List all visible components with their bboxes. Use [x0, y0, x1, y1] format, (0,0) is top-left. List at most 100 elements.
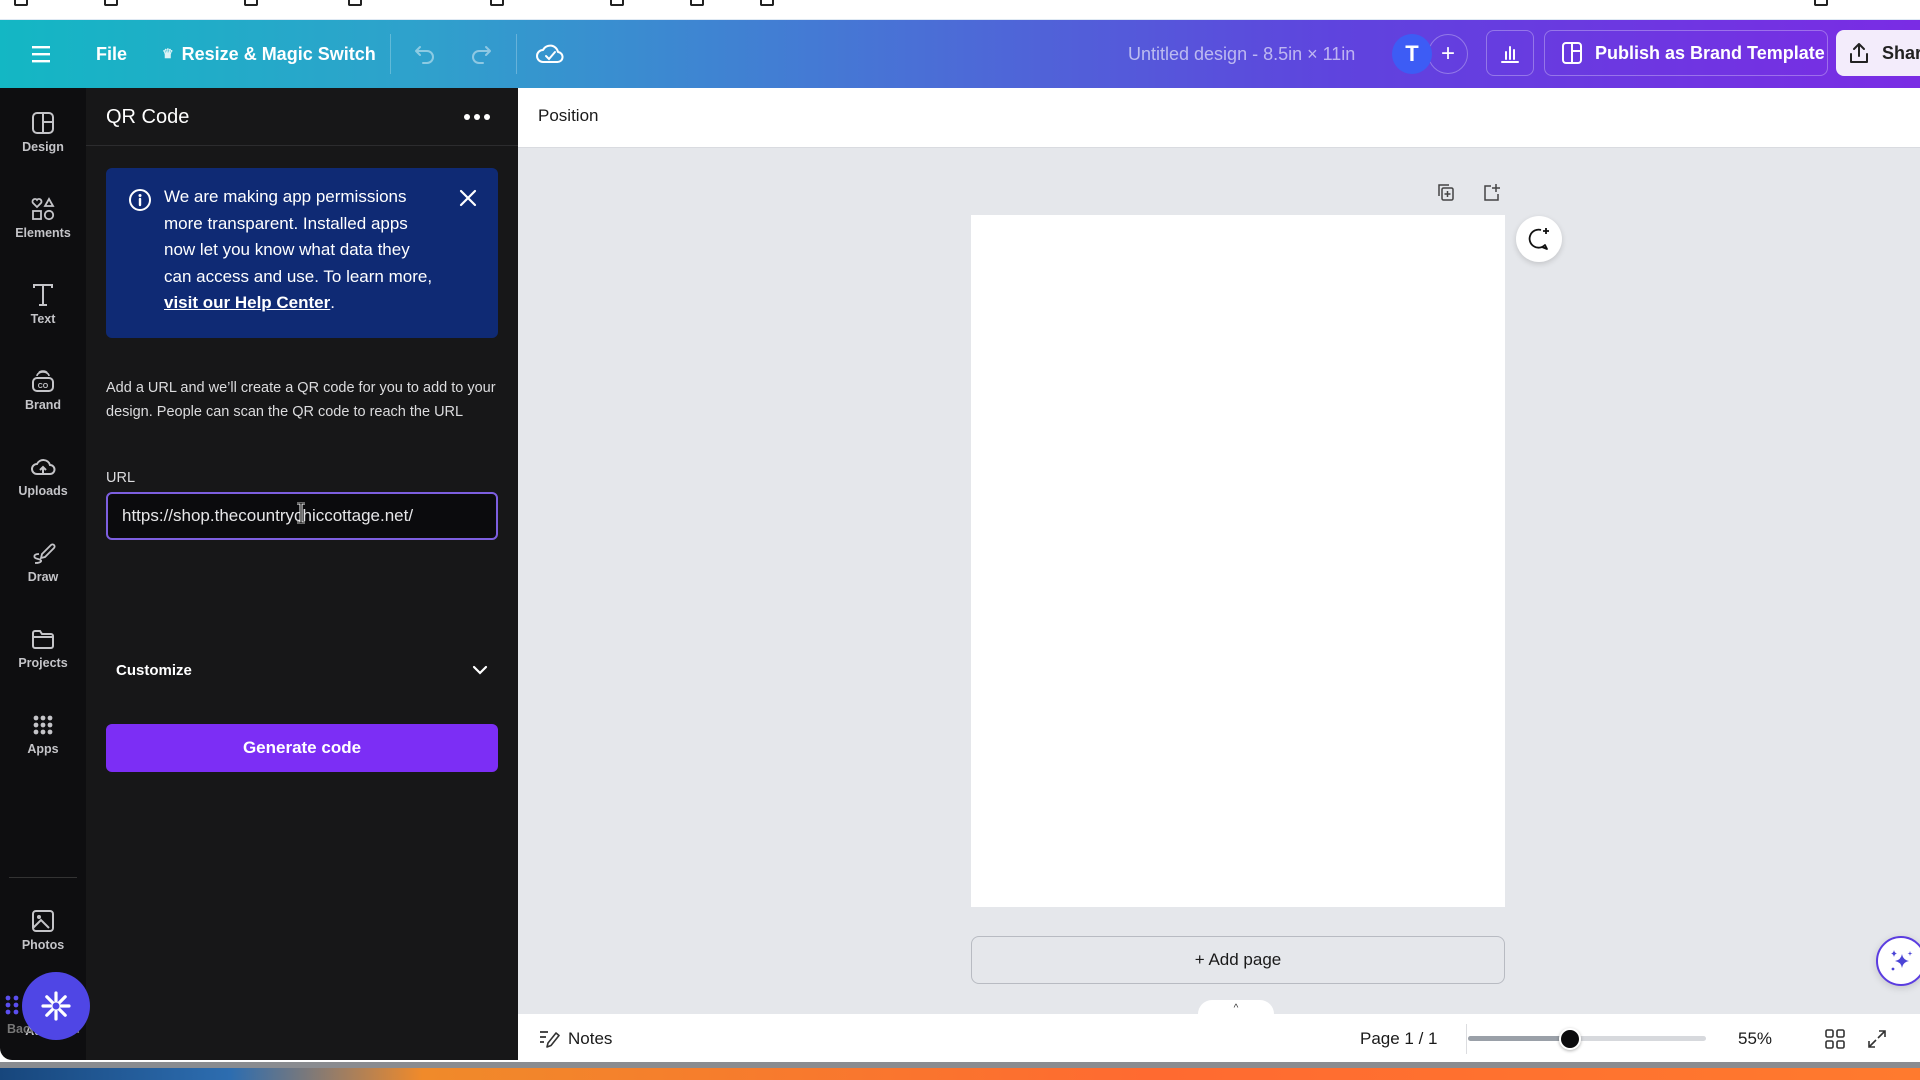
rail-label: Projects [18, 656, 68, 670]
divider [516, 34, 517, 74]
rail-item-projects[interactable]: Projects [0, 610, 86, 686]
bookmark-folder-icon[interactable] [14, 0, 28, 6]
add-page-icon[interactable] [1482, 182, 1502, 202]
canvas-workspace: Position + Add page ^ Notes Page 1 / 1 5… [518, 88, 1920, 1064]
resize-magic-switch-button[interactable]: ♛ Resize & Magic Switch [162, 20, 376, 88]
crown-icon: ♛ [162, 46, 174, 61]
svg-text:CO: CO [38, 383, 49, 390]
fullscreen-icon[interactable] [1866, 1028, 1888, 1050]
side-rail: Design Elements Text CO Brand Uploads Dr… [0, 88, 86, 1060]
editor-footer: Notes Page 1 / 1 55% [518, 1014, 1920, 1064]
cloud-check-icon [536, 44, 564, 63]
cloud-upload-icon [31, 459, 56, 475]
divider [1466, 1024, 1467, 1054]
rail-label: Design [22, 140, 64, 154]
rail-item-text[interactable]: Text [0, 266, 86, 342]
insights-button[interactable] [1486, 30, 1534, 76]
desktop-background-strip [0, 1068, 1920, 1080]
sparkles-icon [1891, 950, 1913, 971]
rail-divider [9, 877, 77, 878]
panel-title: QR Code [106, 106, 190, 128]
shapes-icon [31, 197, 55, 221]
user-avatar[interactable]: T [1392, 34, 1432, 74]
permissions-notice: We are making app permissions more trans… [106, 168, 498, 338]
add-page-button[interactable]: + Add page [971, 936, 1505, 984]
bookmark-folder-icon[interactable] [490, 0, 504, 6]
notes-button[interactable]: Notes [538, 1014, 612, 1064]
rail-item-background[interactable] [4, 994, 22, 1015]
save-status-button[interactable] [536, 20, 564, 88]
sparkle-burst-icon [41, 991, 71, 1021]
more-options-button[interactable] [464, 106, 490, 128]
undo-button[interactable] [412, 20, 438, 88]
magic-assistant-button[interactable] [1876, 936, 1920, 986]
comment-add-icon [1528, 228, 1549, 250]
help-center-link[interactable]: visit our Help Center [164, 293, 330, 312]
customize-label: Customize [116, 661, 192, 679]
duplicate-page-icon[interactable] [1436, 182, 1456, 202]
more-dot [474, 114, 480, 120]
bookmark-folder-icon[interactable] [1814, 0, 1828, 6]
more-dot [464, 114, 470, 120]
redo-button[interactable] [468, 20, 494, 88]
bookmark-folder-icon[interactable] [244, 0, 258, 6]
notice-text: We are making app permissions more trans… [164, 184, 434, 317]
dots-icon [5, 995, 19, 1015]
text-cursor-icon [297, 502, 305, 524]
bookmark-folder-icon[interactable] [610, 0, 624, 6]
rail-label: Apps [27, 742, 59, 756]
design-page[interactable] [971, 215, 1505, 907]
bar-chart-icon [1501, 46, 1519, 63]
notes-icon [540, 1031, 560, 1048]
bookmarks-bar [0, 0, 1920, 20]
bookmark-folder-icon[interactable] [760, 0, 774, 6]
design-title[interactable]: Untitled design - 8.5in × 11in [1128, 20, 1355, 88]
rail-label: Uploads [18, 484, 68, 498]
rail-item-photos[interactable]: Photos [0, 892, 86, 968]
folder-icon [32, 630, 54, 649]
share-label: Share [1882, 42, 1920, 63]
upload-share-icon [1850, 43, 1868, 63]
zoom-percentage[interactable]: 55% [1738, 1014, 1772, 1064]
notice-body: We are making app permissions more trans… [164, 187, 433, 286]
share-button[interactable]: Share [1836, 30, 1920, 76]
hamburger-icon [32, 46, 50, 63]
resize-label: Resize & Magic Switch [181, 43, 376, 64]
undo-icon [415, 46, 434, 64]
main-menu-button[interactable] [32, 20, 52, 88]
bookmark-folder-icon[interactable] [348, 0, 362, 6]
text-icon [33, 284, 53, 306]
template-icon [1562, 42, 1582, 64]
add-comment-button[interactable] [1516, 216, 1562, 262]
publish-brand-template-button[interactable]: Publish as Brand Template [1544, 30, 1828, 76]
rail-item-brand[interactable]: CO Brand [0, 352, 86, 428]
redo-icon [472, 46, 491, 64]
close-icon[interactable] [458, 188, 478, 208]
chevron-down-icon [472, 665, 488, 675]
editor-topbar: File ♛ Resize & Magic Switch Untitled de… [0, 20, 1920, 88]
assistant-button[interactable] [22, 972, 90, 1040]
url-label: URL [106, 470, 136, 486]
page-indicator[interactable]: Page 1 / 1 [1360, 1014, 1438, 1064]
add-collaborator-button[interactable]: + [1428, 34, 1468, 74]
context-toolbar: Position [518, 88, 1920, 148]
bookmark-folder-icon[interactable] [104, 0, 118, 6]
divider [390, 34, 391, 74]
zoom-slider[interactable] [1468, 1028, 1706, 1050]
rail-item-draw[interactable]: Draw [0, 524, 86, 600]
file-menu-button[interactable]: File [96, 20, 127, 88]
rail-item-apps[interactable]: Apps [0, 696, 86, 772]
customize-toggle[interactable]: Customize [106, 648, 498, 692]
chevron-up-icon: ^ [1233, 1002, 1239, 1014]
rail-item-uploads[interactable]: Uploads [0, 438, 86, 514]
zoom-slider-thumb[interactable] [1559, 1028, 1582, 1050]
panel-header: QR Code [86, 88, 518, 146]
rail-label: Text [30, 312, 56, 326]
rail-label: Photos [21, 938, 65, 952]
position-button[interactable]: Position [538, 106, 598, 126]
rail-item-elements[interactable]: Elements [0, 180, 86, 256]
generate-code-button[interactable]: Generate code [106, 724, 498, 772]
rail-item-design[interactable]: Design [0, 94, 86, 170]
bookmark-folder-icon[interactable] [690, 0, 704, 6]
grid-view-icon[interactable] [1824, 1028, 1846, 1050]
